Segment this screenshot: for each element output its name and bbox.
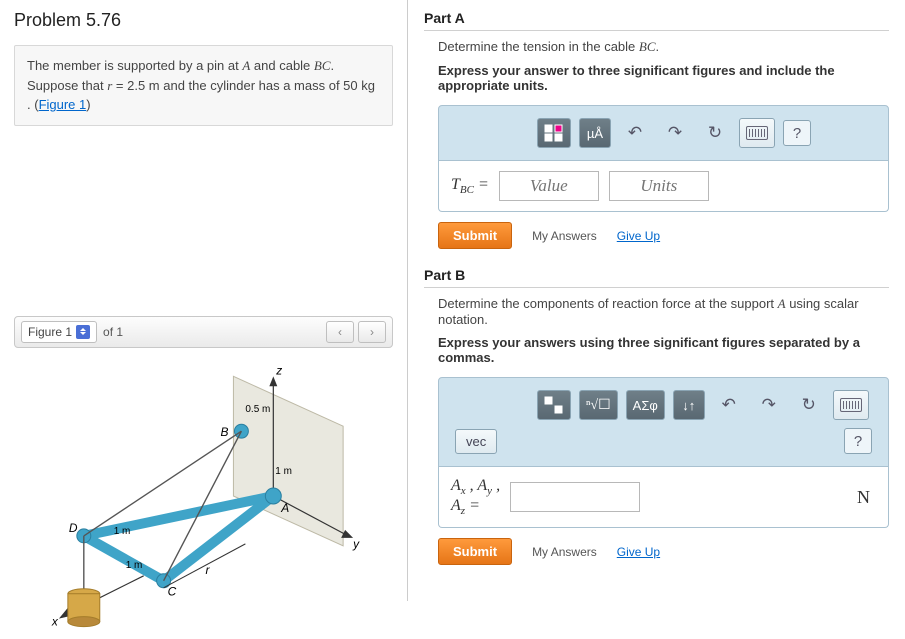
my-answers-label: My Answers: [532, 229, 597, 243]
components-input[interactable]: [510, 482, 640, 512]
templates-icon: [544, 396, 564, 414]
svg-text:A: A: [280, 500, 289, 514]
tbc-label: TBC =: [451, 176, 489, 196]
give-up-link[interactable]: Give Up: [617, 229, 660, 243]
figure-diagram: z y x A B C D r 0.5 m 1 m 1 m 1 m: [14, 356, 393, 636]
svg-text:B: B: [220, 425, 228, 439]
figure-link[interactable]: Figure 1: [39, 97, 87, 112]
part-a-answer: µÅ ↶ ↷ ↻ ? TBC =: [438, 105, 889, 212]
sort-button[interactable]: ↓↑: [673, 390, 705, 420]
redo-button[interactable]: ↷: [753, 390, 785, 420]
prompt-text: Determine the tension in the cable: [438, 39, 639, 54]
svg-text:1 m: 1 m: [126, 559, 143, 570]
reset-button[interactable]: ↻: [699, 118, 731, 148]
part-a-header: Part A: [424, 10, 889, 31]
part-b-header: Part B: [424, 267, 889, 288]
svg-text:C: C: [168, 584, 177, 598]
svg-text:0.5 m: 0.5 m: [245, 404, 270, 415]
undo-button[interactable]: ↶: [619, 118, 651, 148]
figure-prev-button[interactable]: ‹: [326, 321, 354, 343]
prompt-text: .: [656, 39, 660, 54]
templates-button[interactable]: [537, 118, 571, 148]
part-b-prompt: Determine the components of reaction for…: [438, 296, 889, 327]
figure-toolbar: Figure 1 of 1 ‹ ›: [14, 316, 393, 348]
keyboard-icon: [840, 398, 862, 412]
prompt-A: A: [778, 296, 786, 311]
problem-statement: The member is supported by a pin at A an…: [14, 45, 393, 126]
svg-text:z: z: [275, 363, 282, 377]
stmt-text: and cable: [250, 58, 314, 73]
my-answers-label: My Answers: [532, 545, 597, 559]
stmt-text: The member is supported by a pin at: [27, 58, 242, 73]
stmt-text: ): [86, 97, 90, 112]
part-a-toolbox: µÅ ↶ ↷ ↻ ?: [438, 105, 889, 161]
axyz-label: Ax , Ay , Az =: [451, 477, 500, 517]
svg-text:r: r: [205, 562, 210, 576]
reset-button[interactable]: ↻: [793, 390, 825, 420]
undo-button[interactable]: ↶: [713, 390, 745, 420]
svg-text:x: x: [51, 614, 59, 628]
part-b-eqrow: Ax , Ay , Az = N: [438, 467, 889, 528]
part-b-submit-button[interactable]: Submit: [438, 538, 512, 565]
give-up-link[interactable]: Give Up: [617, 545, 660, 559]
figure-of-label: of 1: [103, 325, 123, 339]
units-button[interactable]: µÅ: [579, 118, 611, 148]
svg-text:1 m: 1 m: [275, 466, 292, 477]
problem-title: Problem 5.76: [14, 10, 393, 31]
units-input[interactable]: [609, 171, 709, 201]
part-b-toolbox: ⁿ√☐ ΑΣφ ↓↑ ↶ ↷ ↻ vec ?: [438, 377, 889, 467]
unit-label: N: [857, 487, 876, 508]
figure-next-button[interactable]: ›: [358, 321, 386, 343]
part-a-prompt: Determine the tension in the cable BC.: [438, 39, 889, 55]
part-b-answer: ⁿ√☐ ΑΣφ ↓↑ ↶ ↷ ↻ vec ? Ax , Ay , Az =: [438, 377, 889, 528]
right-pane: Part A Determine the tension in the cabl…: [408, 0, 905, 601]
keyboard-button[interactable]: [833, 390, 869, 420]
stepper-icon: [76, 325, 90, 339]
part-a-submit-button[interactable]: Submit: [438, 222, 512, 249]
stmt-BC: BC: [314, 58, 331, 73]
svg-text:D: D: [69, 520, 78, 534]
part-a-eqrow: TBC =: [438, 161, 889, 212]
templates-button[interactable]: [537, 390, 571, 420]
root-button[interactable]: ⁿ√☐: [579, 390, 618, 420]
prompt-BC: BC: [639, 39, 656, 54]
greek-button[interactable]: ΑΣφ: [626, 390, 665, 420]
part-a-instr: Express your answer to three significant…: [438, 63, 889, 93]
figure-selector[interactable]: Figure 1: [21, 321, 97, 343]
help-button[interactable]: ?: [783, 120, 811, 146]
keyboard-icon: [746, 126, 768, 140]
value-input[interactable]: [499, 171, 599, 201]
left-pane: Problem 5.76 The member is supported by …: [0, 0, 408, 601]
redo-button[interactable]: ↷: [659, 118, 691, 148]
vec-button[interactable]: vec: [455, 429, 497, 454]
prompt-text: Determine the components of reaction for…: [438, 296, 778, 311]
root-icon: ⁿ√☐: [586, 397, 611, 414]
svg-text:y: y: [352, 536, 360, 550]
help-button[interactable]: ?: [844, 428, 872, 454]
templates-icon: [544, 124, 564, 142]
part-b-instr: Express your answers using three signifi…: [438, 335, 889, 365]
figure-label: Figure 1: [28, 325, 72, 339]
svg-text:1 m: 1 m: [114, 525, 131, 536]
keyboard-button[interactable]: [739, 118, 775, 148]
